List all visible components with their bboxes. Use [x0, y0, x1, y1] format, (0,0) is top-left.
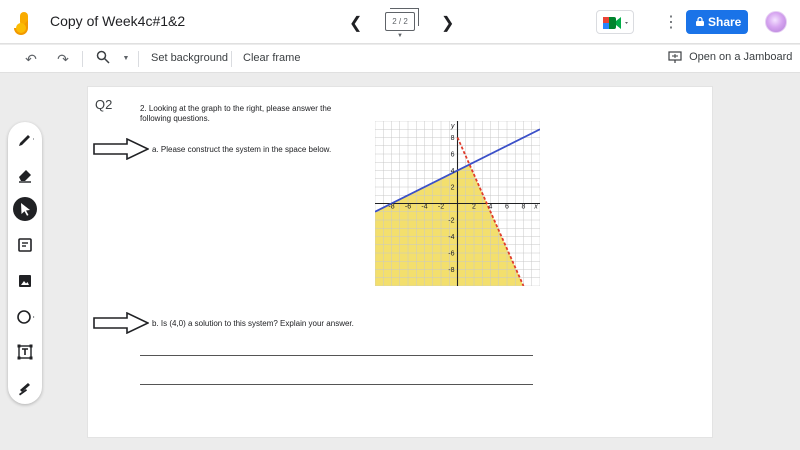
toolbar: ↶ ↷ ▼ Set background Clear frame Open on… [0, 45, 800, 73]
eraser-tool[interactable] [13, 162, 37, 186]
divider [82, 51, 83, 67]
x-tick-label: -8 [388, 204, 394, 211]
text-box-icon [17, 344, 33, 360]
jamboard-device-icon [668, 51, 682, 64]
arrow-b-shape[interactable] [93, 312, 149, 334]
x-tick-label: 8 [522, 204, 526, 211]
more-options-icon[interactable]: ⋮ [663, 12, 679, 32]
next-frame-button[interactable]: ❯ [441, 13, 454, 33]
system-inequalities-graph: -8 -6 -4 -2 2 4 6 8 xy8642-2-4-6-8 [375, 121, 540, 286]
eraser-icon [19, 170, 31, 183]
meet-present-button[interactable] [596, 10, 634, 34]
sticky-note-icon [18, 238, 32, 252]
zoom-dropdown-icon[interactable]: ▼ [117, 50, 135, 68]
x-tick-label: 6 [505, 204, 509, 211]
magnifier-icon [96, 50, 110, 64]
select-icon [21, 203, 30, 216]
jamboard-logo-icon[interactable] [12, 10, 34, 36]
tool-panel [8, 122, 42, 404]
y-tick-label: 8 [451, 135, 455, 142]
frame-caret-icon: ▼ [397, 33, 403, 39]
zoom-icon[interactable] [94, 50, 112, 68]
question-part-a: a. Please construct the system in the sp… [152, 145, 332, 154]
arrow-a-shape[interactable] [93, 138, 149, 160]
x-tick-label: -4 [421, 204, 427, 211]
text-box-tool[interactable] [13, 340, 37, 364]
set-background-button[interactable]: Set background [151, 52, 228, 64]
x-tick-label: -2 [438, 204, 444, 211]
answer-line-2 [140, 384, 533, 385]
laser-tool[interactable] [13, 375, 37, 399]
y-tick-label: -8 [448, 267, 454, 274]
clear-frame-button[interactable]: Clear frame [243, 52, 300, 64]
y-tick-label: 6 [451, 152, 455, 159]
image-tool[interactable] [13, 269, 37, 293]
share-label: Share [708, 15, 742, 29]
question-intro-line-2: following questions. [140, 114, 210, 123]
x-tick-label: x [533, 204, 538, 211]
question-part-b: b. Is (4,0) a solution to this system? E… [152, 319, 354, 328]
divider [231, 51, 232, 67]
shape-tool[interactable] [13, 305, 37, 329]
sticky-note-tool[interactable] [13, 233, 37, 257]
top-bar: Copy of Week4c#1&2 ❮ 2 / 2 ▼ ❯ ⋮ Share [0, 0, 800, 44]
select-tool[interactable] [13, 197, 37, 221]
redo-icon[interactable]: ↷ [54, 50, 72, 68]
open-on-jamboard-button[interactable]: Open on a Jamboard [668, 51, 793, 64]
x-tick-label: -6 [405, 204, 411, 211]
lock-icon [696, 17, 704, 26]
y-tick-label: 2 [451, 185, 455, 192]
previous-frame-button[interactable]: ❮ [349, 13, 362, 33]
pen-icon [19, 135, 34, 146]
x-tick-label: 4 [489, 204, 493, 211]
avatar[interactable] [765, 11, 787, 33]
y-tick-label: 4 [451, 168, 455, 175]
frame-counter-button[interactable]: 2 / 2 [385, 8, 419, 31]
divider [138, 51, 139, 67]
image-icon [19, 275, 31, 287]
circle-shape-icon [17, 310, 35, 324]
document-title[interactable]: Copy of Week4c#1&2 [50, 13, 185, 29]
question-label: Q2 [95, 97, 113, 112]
question-intro-line-1: 2. Looking at the graph to the right, pl… [140, 104, 332, 113]
answer-line-1 [140, 355, 533, 356]
y-tick-label: -4 [448, 234, 454, 241]
y-tick-label: y [450, 123, 455, 130]
share-button[interactable]: Share [686, 10, 748, 34]
y-tick-label: -6 [448, 251, 454, 258]
open-on-jamboard-label: Open on a Jamboard [689, 51, 793, 63]
laser-icon [19, 383, 30, 396]
x-tick-label: 2 [472, 204, 476, 211]
pen-tool[interactable] [13, 126, 37, 150]
meet-icon [603, 17, 628, 29]
y-tick-label: -2 [448, 218, 454, 225]
undo-icon[interactable]: ↶ [22, 50, 40, 68]
